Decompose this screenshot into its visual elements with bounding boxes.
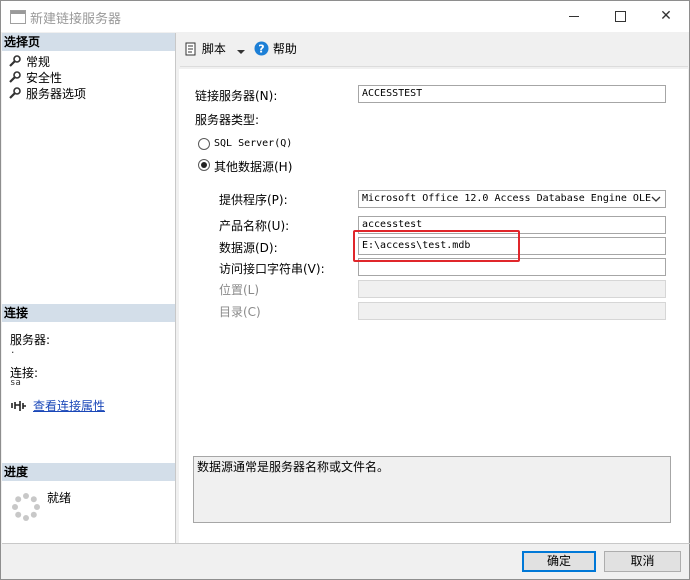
connection-properties-icon bbox=[11, 401, 26, 411]
wrench-icon bbox=[9, 71, 21, 83]
connection-value: sa bbox=[10, 378, 21, 388]
description-box: 数据源通常是服务器名称或文件名。 bbox=[193, 456, 671, 523]
linked-server-label: 链接服务器(N): bbox=[195, 89, 278, 103]
sidebar-item-server-options[interactable]: 服务器选项 bbox=[8, 87, 86, 102]
product-name-label: 产品名称(U): bbox=[219, 219, 290, 233]
window-icon bbox=[10, 10, 26, 24]
script-icon bbox=[185, 42, 196, 56]
sidebar-item-label: 服务器选项 bbox=[26, 87, 87, 101]
location-label: 位置(L) bbox=[219, 283, 260, 297]
toolbar-divider bbox=[180, 66, 688, 67]
server-label: 服务器: bbox=[10, 333, 51, 347]
window-title: 新建链接服务器 bbox=[30, 12, 122, 27]
view-connection-properties-link[interactable]: 查看连接属性 bbox=[33, 397, 105, 414]
help-icon: ? bbox=[254, 41, 269, 56]
select-page-header: 选择页 bbox=[2, 33, 175, 51]
svg-text:?: ? bbox=[258, 43, 264, 56]
chevron-down-icon bbox=[651, 196, 661, 202]
sidebar-item-security[interactable]: 安全性 bbox=[8, 71, 62, 86]
wrench-icon bbox=[9, 87, 21, 99]
left-pane: 选择页 常规 安全性 服务器选项 连接 服务器: . 连接: sa 查看连接属性… bbox=[2, 33, 176, 543]
sidebar-item-general[interactable]: 常规 bbox=[8, 55, 50, 70]
title-bar: 新建链接服务器 ✕ bbox=[1, 1, 689, 32]
script-label: 脚本 bbox=[201, 42, 226, 56]
other-data-source-radio[interactable] bbox=[198, 159, 210, 171]
script-dropdown-button[interactable] bbox=[237, 41, 245, 57]
catalog-label: 目录(C) bbox=[219, 305, 261, 319]
new-linked-server-window: 新建链接服务器 ✕ 选择页 常规 安全性 服务器选项 连接 服务器: . 连接:… bbox=[0, 0, 690, 580]
sidebar-item-label: 常规 bbox=[26, 55, 51, 69]
maximize-icon[interactable] bbox=[605, 5, 635, 27]
provider-label: 提供程序(P): bbox=[219, 193, 288, 207]
close-icon[interactable]: ✕ bbox=[651, 5, 681, 27]
server-value: . bbox=[10, 346, 16, 356]
minimize-icon[interactable] bbox=[559, 5, 589, 27]
ok-button[interactable]: 确定 bbox=[522, 551, 596, 572]
help-label: 帮助 bbox=[272, 42, 297, 56]
wrench-icon bbox=[9, 55, 21, 67]
catalog-input bbox=[358, 302, 666, 320]
footer-divider bbox=[2, 543, 690, 544]
sql-server-radio-label[interactable]: SQL Server(Q) bbox=[214, 138, 292, 149]
help-button[interactable]: ? 帮助 bbox=[254, 41, 297, 57]
script-button[interactable]: 脚本 bbox=[184, 41, 226, 57]
progress-status: 就绪 bbox=[47, 491, 72, 505]
provider-select[interactable]: Microsoft Office 12.0 Access Database En… bbox=[358, 190, 666, 208]
progress-spinner-icon bbox=[12, 493, 40, 521]
provider-selected-value: Microsoft Office 12.0 Access Database En… bbox=[362, 193, 651, 204]
right-pane: 脚本 ? 帮助 链接服务器(N): ACCESSTEST 服务器类型: SQL … bbox=[176, 33, 689, 543]
connection-header: 连接 bbox=[2, 304, 175, 322]
chevron-down-icon bbox=[237, 50, 245, 54]
cancel-button[interactable]: 取消 bbox=[604, 551, 681, 572]
server-type-label: 服务器类型: bbox=[195, 113, 260, 127]
progress-header: 进度 bbox=[2, 463, 175, 481]
data-source-label: 数据源(D): bbox=[219, 241, 278, 255]
sidebar-item-label: 安全性 bbox=[26, 71, 63, 85]
location-input bbox=[358, 280, 666, 298]
toolbar: 脚本 ? 帮助 bbox=[176, 33, 689, 65]
other-data-source-radio-label[interactable]: 其他数据源(H) bbox=[214, 158, 292, 175]
sql-server-radio[interactable] bbox=[198, 138, 210, 150]
data-source-highlight-box bbox=[353, 230, 520, 262]
provider-string-label: 访问接口字符串(V): bbox=[219, 262, 325, 276]
general-page: 链接服务器(N): ACCESSTEST 服务器类型: SQL Server(Q… bbox=[179, 69, 688, 543]
linked-server-input[interactable]: ACCESSTEST bbox=[358, 85, 666, 103]
